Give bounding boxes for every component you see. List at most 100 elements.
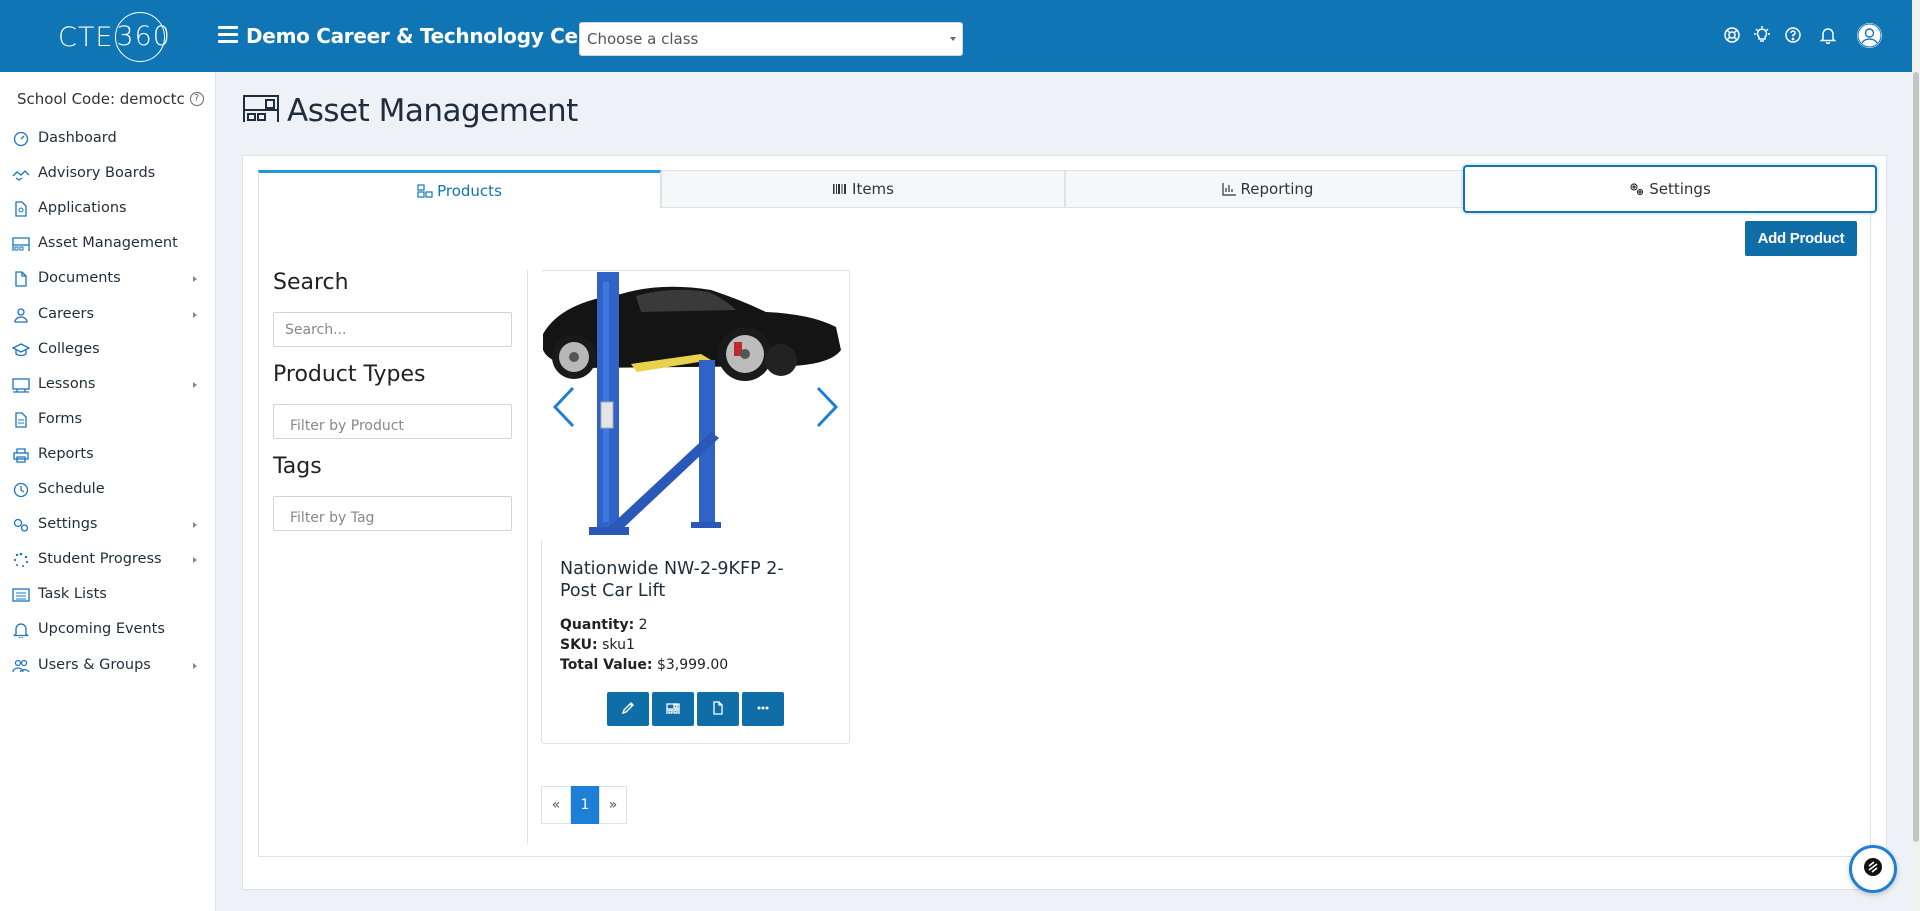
application-file-icon (12, 201, 30, 217)
org-title: Demo Career & Technology Center (246, 24, 624, 48)
quantity-value: 2 (638, 617, 648, 633)
tabs-bar: Products Items Reporting Settings (258, 165, 1877, 213)
tab-label: Items (852, 180, 894, 198)
edit-product-button[interactable] (607, 692, 649, 726)
bell-icon (12, 622, 30, 640)
inventory-icon (666, 700, 680, 719)
sidebar-item-asset-management[interactable]: Asset Management (0, 229, 216, 259)
sidebar-item-student-progress[interactable]: Student Progress (0, 545, 216, 575)
asset-shelf-icon (12, 236, 30, 252)
document-icon (12, 271, 30, 287)
sidebar-item-label: Careers (38, 306, 95, 322)
scrollbar-thumb[interactable] (1913, 72, 1919, 842)
cte360-logo[interactable]: CTE 360 (58, 12, 170, 62)
sidebar-item-forms[interactable]: Forms (0, 405, 216, 435)
sidebar-item-label: Reports (38, 446, 94, 462)
carousel-next-icon[interactable] (814, 384, 840, 430)
sidebar-item-label: Applications (38, 200, 127, 216)
sidebar-item-label: Dashboard (38, 130, 117, 146)
search-input[interactable]: Search... (273, 312, 512, 347)
more-actions-button[interactable] (742, 692, 784, 726)
bell-icon[interactable] (1819, 26, 1837, 45)
sidebar-item-documents[interactable]: Documents (0, 264, 216, 294)
printer-icon (12, 447, 30, 463)
lifebuoy-icon[interactable] (1723, 26, 1741, 44)
career-person-icon (12, 307, 30, 323)
quantity-label: Quantity: (560, 617, 635, 633)
carousel-prev-icon[interactable] (551, 384, 577, 430)
sidebar-item-careers[interactable]: Careers (0, 300, 216, 330)
dashboard-icon (12, 131, 30, 147)
asset-shelf-icon (242, 92, 280, 124)
sidebar-item-advisory-boards[interactable]: Advisory Boards (0, 159, 216, 189)
barcode-icon (832, 182, 848, 196)
sidebar-item-reports[interactable]: Reports (0, 440, 216, 470)
handshake-icon (12, 166, 30, 182)
tag-filter[interactable]: Filter by Tag (273, 496, 512, 531)
product-name[interactable]: Nationwide NW-2-9KFP 2-Post Car Lift (560, 558, 820, 602)
sidebar-item-upcoming-events[interactable]: Upcoming Events (0, 615, 216, 645)
inventory-button[interactable] (652, 692, 694, 726)
users-icon (12, 658, 30, 674)
more-icon (756, 700, 770, 719)
sidebar-item-label: Documents (38, 270, 121, 286)
sidebar-item-label: Upcoming Events (38, 621, 165, 637)
sidebar-item-label: Task Lists (38, 586, 107, 602)
document-button[interactable] (697, 692, 739, 726)
product-sku: SKU: sku1 (560, 637, 635, 653)
sidebar-item-label: Users & Groups (38, 657, 151, 673)
sidebar-item-settings[interactable]: Settings (0, 510, 216, 540)
file-icon (711, 700, 725, 719)
sidebar-item-label: Lessons (38, 376, 96, 392)
gears-icon (12, 517, 30, 533)
list-icon (12, 587, 30, 603)
page-scrollbar[interactable] (1912, 0, 1920, 911)
tab-settings[interactable]: Settings (1463, 165, 1877, 213)
total-value-label: Total Value: (560, 657, 653, 673)
product-quantity: Quantity: 2 (560, 617, 648, 633)
pagination-next[interactable]: » (599, 786, 627, 824)
tags-heading: Tags (273, 454, 322, 479)
pagination-prev[interactable]: « (541, 786, 571, 824)
school-code: School Code: democtc ? (17, 90, 204, 108)
sidebar-item-schedule[interactable]: Schedule (0, 475, 216, 505)
school-code-text: School Code: democtc (17, 90, 185, 108)
search-placeholder: Search... (285, 321, 347, 338)
add-product-button[interactable]: Add Product (1745, 221, 1857, 256)
form-icon (12, 412, 30, 428)
tab-items[interactable]: Items (661, 170, 1065, 208)
tab-reporting[interactable]: Reporting (1065, 170, 1469, 208)
tab-label: Reporting (1240, 180, 1314, 198)
sidebar-item-applications[interactable]: Applications (0, 194, 216, 224)
top-navbar: CTE 360 Demo Career & Technology Center … (0, 0, 1920, 72)
lightbulb-icon[interactable] (1753, 26, 1771, 44)
class-select[interactable]: Choose a class (579, 22, 963, 56)
sku-value: sku1 (602, 637, 635, 653)
sidebar-item-task-lists[interactable]: Task Lists (0, 580, 216, 610)
help-circle-icon[interactable] (1784, 26, 1802, 44)
sidebar-item-label: Forms (38, 411, 83, 427)
product-type-filter[interactable]: Filter by Product (273, 404, 512, 439)
tab-products[interactable]: Products (258, 170, 661, 208)
sidebar-item-colleges[interactable]: Colleges (0, 335, 216, 365)
chevron-right-icon (193, 276, 197, 282)
sidebar-item-users-and-groups[interactable]: Users & Groups (0, 651, 216, 681)
user-avatar-icon[interactable] (1857, 23, 1882, 48)
pagination-page-1[interactable]: 1 (571, 786, 599, 824)
tab-label: Settings (1649, 180, 1711, 198)
help-circle-icon[interactable]: ? (189, 92, 204, 106)
sidebar-item-dashboard[interactable]: Dashboard (0, 124, 216, 154)
tab-label: Products (437, 181, 502, 200)
sidebar-item-label: Student Progress (38, 551, 162, 567)
chevron-right-icon (193, 663, 197, 669)
chevron-right-icon (193, 557, 197, 563)
hamburger-menu-icon[interactable] (218, 26, 238, 44)
sidebar-item-lessons[interactable]: Lessons (0, 370, 216, 400)
chevron-down-icon (950, 37, 956, 41)
spinner-icon (12, 552, 30, 568)
lessons-icon (12, 377, 30, 393)
chat-icon (1863, 857, 1883, 881)
help-chat-button[interactable] (1849, 845, 1897, 893)
sidebar-item-label: Colleges (38, 341, 100, 357)
sidebar-item-label: Settings (38, 516, 98, 532)
